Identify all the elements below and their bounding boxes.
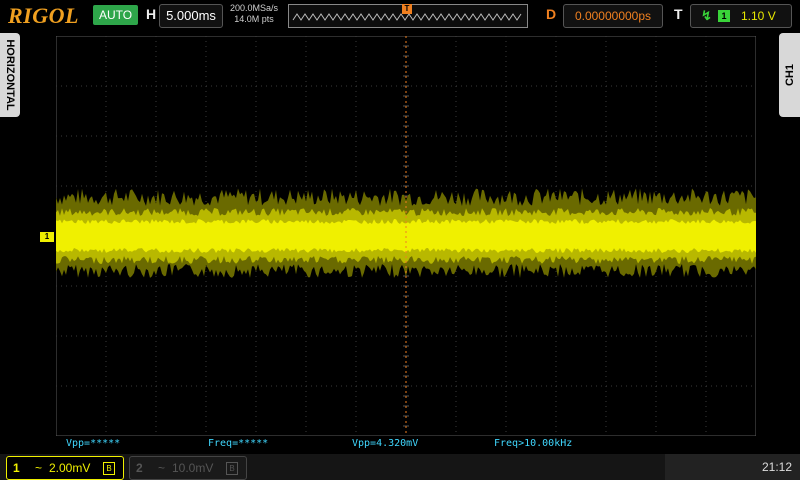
brand-logo: RIGOL <box>8 3 79 28</box>
channel-status-bar: 1 ~ 2.00mV B 2 ~ 10.0mV B 21:12 <box>0 454 800 480</box>
top-status-bar: RIGOL AUTO H 5.000ms 200.0MSa/s 14.0M pt… <box>0 0 800 32</box>
horizontal-indicator: H <box>146 6 157 22</box>
timebase-field[interactable]: 5.000ms <box>159 4 223 28</box>
ac-coupling-icon: ~ <box>35 461 43 475</box>
measurement-vpp-ch1: Vpp=4.320mV <box>352 438 419 449</box>
delay-indicator: D <box>546 6 557 22</box>
memory-trigger-marker: T <box>402 4 412 14</box>
ac-coupling-icon: ~ <box>158 461 166 475</box>
sample-rate: 200.0MSa/s <box>229 3 279 13</box>
measurement-freq-ch1: Freq>10.00kHz <box>494 438 573 449</box>
system-status-area: 21:12 <box>665 454 800 480</box>
trigger-source-badge: 1 <box>718 10 730 22</box>
ch1-offset-marker[interactable]: 1 <box>40 232 54 242</box>
bandwidth-limit-icon: B <box>103 462 115 475</box>
trigger-level: 1.10 V <box>741 9 776 23</box>
measurement-vpp-ch2: Vpp=***** <box>66 438 121 449</box>
delay-field[interactable]: 0.00000000ps <box>563 4 663 28</box>
ch1-vertical-scale: 2.00mV <box>49 461 91 475</box>
acquisition-info: 200.0MSa/s 14.0M pts <box>226 3 282 25</box>
trigger-indicator: T <box>674 6 683 22</box>
waveform-display <box>56 36 756 436</box>
ch1-menu-tab[interactable]: CH1 <box>779 33 800 117</box>
ch2-number: 2 <box>136 461 143 475</box>
ch1-settings-tab[interactable]: 1 ~ 2.00mV B <box>6 456 124 480</box>
trigger-settings-field[interactable]: ↯ 1 1.10 V <box>690 4 792 28</box>
ch1-number: 1 <box>13 461 20 475</box>
ch2-settings-tab[interactable]: 2 ~ 10.0mV B <box>129 456 247 480</box>
memory-overview-bar[interactable]: T <box>288 4 528 28</box>
system-clock: 21:12 <box>761 460 792 474</box>
measurement-freq-ch2: Freq=***** <box>208 438 269 449</box>
memory-depth: 14.0M pts <box>234 14 274 24</box>
memory-waveform-line <box>292 13 522 21</box>
rising-edge-icon: ↯ <box>701 8 712 23</box>
ch2-vertical-scale: 10.0mV <box>172 461 214 475</box>
ch1-tab-label: CH1 <box>783 63 796 87</box>
horizontal-tab-label: HORIZONTAL <box>4 39 16 111</box>
bandwidth-limit-icon: B <box>226 462 238 475</box>
run-mode-badge[interactable]: AUTO <box>93 5 138 25</box>
horizontal-menu-tab[interactable]: HORIZONTAL <box>0 33 20 117</box>
